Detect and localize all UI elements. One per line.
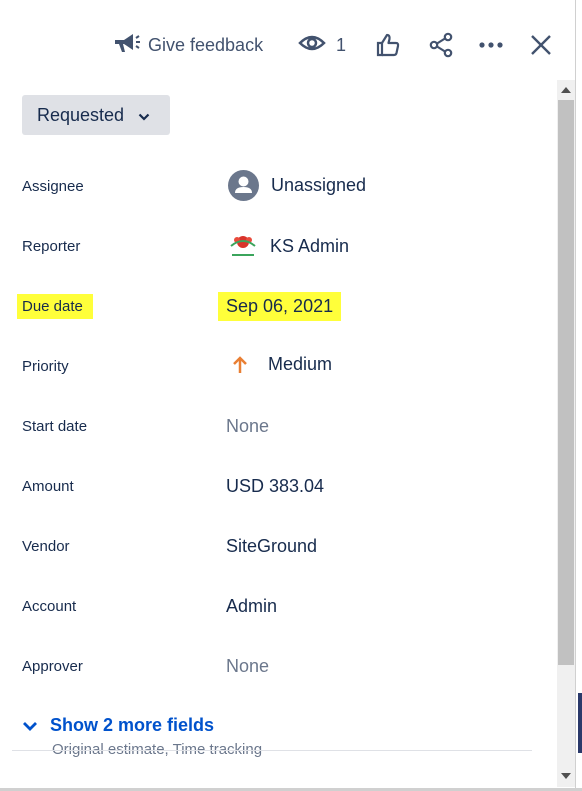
amount-field[interactable]: USD 383.04 bbox=[226, 476, 324, 497]
toolbar: Give feedback 1 bbox=[0, 0, 582, 90]
watch-count: 1 bbox=[336, 34, 347, 55]
approver-value: None bbox=[226, 656, 270, 676]
watch-button[interactable]: 1 bbox=[298, 30, 346, 60]
field-label-assignee: Assignee bbox=[22, 178, 84, 195]
priority-field[interactable]: Medium bbox=[232, 354, 332, 375]
megaphone-icon bbox=[112, 30, 140, 61]
start-date-value: None bbox=[226, 416, 270, 436]
account-value: Admin bbox=[226, 596, 278, 616]
avatar-icon bbox=[228, 170, 259, 201]
vendor-value: SiteGround bbox=[226, 536, 318, 556]
approver-field[interactable]: None bbox=[226, 656, 269, 677]
field-label-due-date: Due date bbox=[17, 294, 93, 319]
account-field[interactable]: Admin bbox=[226, 596, 277, 617]
start-date-field[interactable]: None bbox=[226, 416, 269, 437]
vendor-field[interactable]: SiteGround bbox=[226, 536, 317, 557]
field-label-account: Account bbox=[22, 598, 77, 615]
scroll-up-arrow-icon[interactable] bbox=[561, 87, 571, 93]
field-label-vendor: Vendor bbox=[22, 538, 70, 555]
amount-value: USD 383.04 bbox=[226, 476, 325, 496]
chevron-down-icon bbox=[124, 105, 150, 126]
due-date-value: Sep 06, 2021 bbox=[226, 296, 334, 316]
scrollbar[interactable] bbox=[557, 80, 575, 787]
assignee-field[interactable]: Unassigned bbox=[228, 170, 366, 201]
chevron-down-icon bbox=[22, 715, 38, 736]
show-more-fields-button[interactable]: Show 2 more fields bbox=[22, 715, 214, 736]
reporter-field[interactable]: KS Admin bbox=[228, 232, 349, 260]
status-dropdown[interactable]: Requested bbox=[22, 95, 170, 135]
divider bbox=[12, 750, 532, 751]
give-feedback-button[interactable]: Give feedback bbox=[112, 30, 263, 60]
reporter-value: KS Admin bbox=[270, 235, 350, 256]
field-label-priority: Priority bbox=[22, 358, 69, 375]
give-feedback-label: Give feedback bbox=[148, 34, 264, 55]
assignee-value: Unassigned bbox=[271, 175, 367, 195]
priority-value: Medium bbox=[268, 354, 333, 374]
close-icon[interactable] bbox=[526, 30, 556, 60]
field-label-amount: Amount bbox=[22, 478, 74, 495]
due-date-field[interactable]: Sep 06, 2021 bbox=[218, 292, 342, 321]
more-icon[interactable] bbox=[476, 30, 506, 60]
status-label: Requested bbox=[37, 104, 125, 125]
priority-up-arrow-icon bbox=[232, 355, 248, 374]
show-more-fields-label: Show 2 more fields bbox=[50, 715, 215, 735]
field-label-start-date: Start date bbox=[22, 418, 88, 435]
window-edge bbox=[575, 0, 582, 791]
thumbs-up-icon[interactable] bbox=[373, 30, 403, 60]
share-icon[interactable] bbox=[426, 30, 456, 60]
scrollbar-thumb[interactable] bbox=[558, 100, 574, 665]
scroll-down-arrow-icon[interactable] bbox=[561, 773, 571, 779]
issue-details-panel: Requested Assignee Unassigned Reporter K… bbox=[0, 90, 556, 790]
field-label-approver: Approver bbox=[22, 658, 83, 675]
eye-icon bbox=[298, 33, 326, 58]
field-label-reporter: Reporter bbox=[22, 238, 81, 255]
ks-admin-avatar bbox=[228, 232, 258, 260]
background-window-strip bbox=[578, 693, 582, 753]
